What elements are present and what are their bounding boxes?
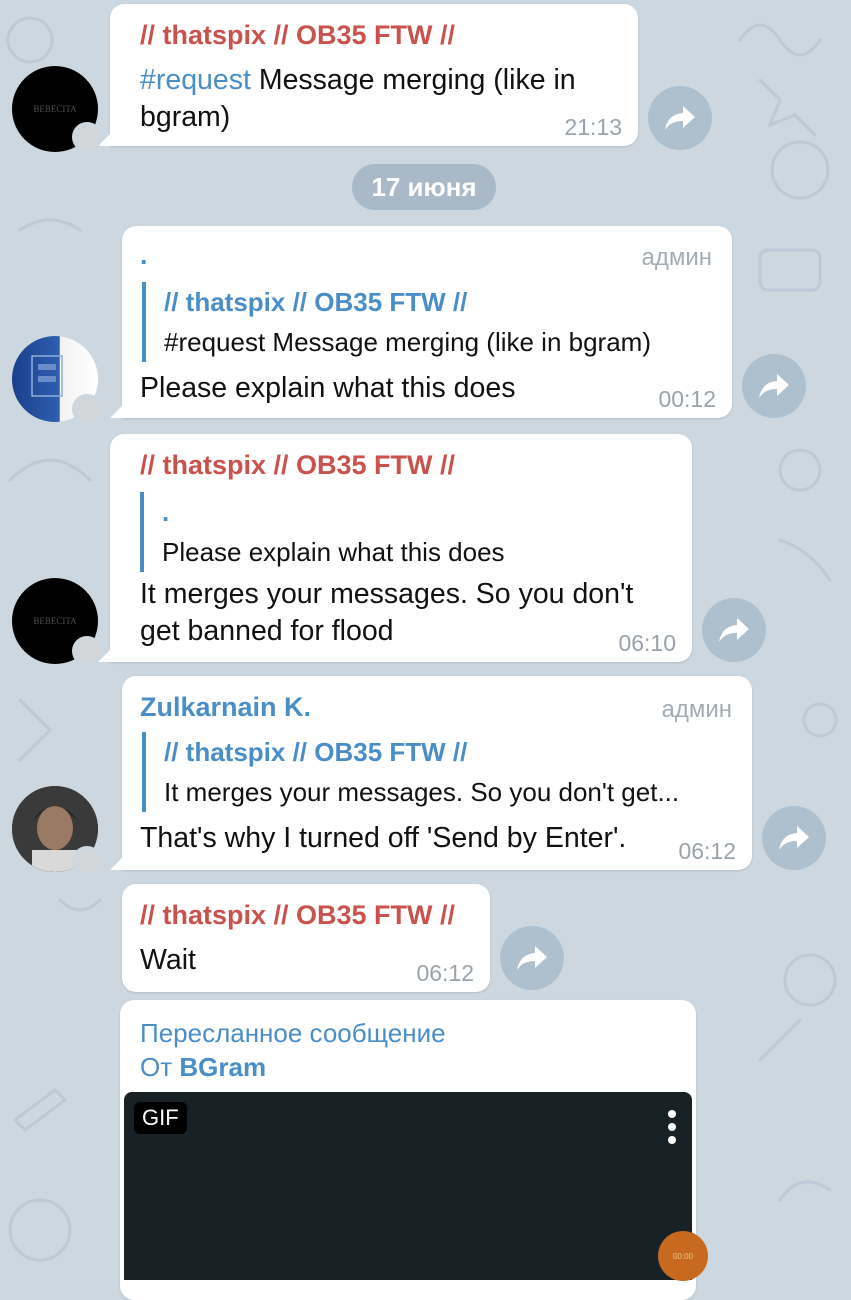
sender-name[interactable]: // thatspix // OB35 FTW // <box>140 450 455 481</box>
share-button[interactable] <box>500 926 564 990</box>
avatar-status-dot <box>72 636 102 666</box>
sender-name[interactable]: // thatspix // OB35 FTW // <box>140 20 455 51</box>
reply-text: #request Message merging (like in bgram) <box>164 327 651 357</box>
admin-badge: админ <box>641 244 712 271</box>
message-text: #request Message merging (like in bgram) <box>140 64 576 133</box>
reply-quote[interactable]: // thatspix // OB35 FTW // #request Mess… <box>142 282 651 362</box>
message-time: 00:12 <box>658 386 716 412</box>
reply-sender: // thatspix // OB35 FTW // <box>164 287 468 317</box>
forwarded-label: Пересланное сообщение <box>140 1018 446 1048</box>
message-time: 06:12 <box>416 960 474 986</box>
avatar-status-dot <box>72 394 102 424</box>
share-button[interactable] <box>702 598 766 662</box>
more-options-icon[interactable] <box>668 1110 680 1149</box>
message-bubble[interactable]: . админ // thatspix // OB35 FTW // #requ… <box>110 226 732 418</box>
avatar-status-dot <box>72 846 102 876</box>
avatar-status-dot <box>72 122 102 152</box>
message-bubble[interactable]: // thatspix // OB35 FTW // Wait 06:12 <box>122 884 490 992</box>
gif-badge: GIF <box>134 1102 187 1134</box>
share-arrow-icon <box>517 946 547 970</box>
share-arrow-icon <box>759 374 789 398</box>
reply-sender: // thatspix // OB35 FTW // <box>164 737 468 767</box>
play-progress-button[interactable]: 00:00 <box>658 1231 708 1281</box>
sender-name[interactable]: // thatspix // OB35 FTW // <box>140 900 455 931</box>
share-arrow-icon <box>665 106 695 130</box>
share-arrow-icon <box>719 618 749 642</box>
hashtag-link[interactable]: #request <box>140 64 251 96</box>
message-bubble[interactable]: // thatspix // OB35 FTW // #request Mess… <box>98 4 638 146</box>
sender-name[interactable]: . <box>140 240 148 271</box>
message-text: It merges your messages. So you don't ge… <box>140 578 634 647</box>
message-text: That's why I turned off 'Send by Enter'. <box>140 822 627 854</box>
message-time: 06:10 <box>618 630 676 656</box>
date-separator: 17 июня <box>352 164 496 210</box>
share-button[interactable] <box>762 806 826 870</box>
message-bubble[interactable]: Zulkarnain K. админ // thatspix // OB35 … <box>110 676 752 870</box>
reply-sender: . <box>162 497 170 527</box>
share-arrow-icon <box>779 826 809 850</box>
message-bubble[interactable]: // thatspix // OB35 FTW // . Please expl… <box>98 434 692 662</box>
share-button[interactable] <box>648 86 712 150</box>
sender-name[interactable]: Zulkarnain K. <box>140 692 311 723</box>
message-time: 06:12 <box>678 838 736 864</box>
gif-player[interactable]: GIF 00:00 <box>124 1092 708 1281</box>
reply-quote[interactable]: . Please explain what this does <box>140 492 505 572</box>
forwarded-from[interactable]: От BGram <box>140 1052 266 1083</box>
reply-text: Please explain what this does <box>162 537 505 567</box>
share-button[interactable] <box>742 354 806 418</box>
message-text: Please explain what this does <box>140 372 516 404</box>
message-text: Wait <box>140 944 196 976</box>
message-time: 21:13 <box>564 114 622 140</box>
reply-text: It merges your messages. So you don't ge… <box>164 777 680 807</box>
admin-badge: админ <box>661 696 732 723</box>
reply-quote[interactable]: // thatspix // OB35 FTW // It merges you… <box>142 732 679 812</box>
